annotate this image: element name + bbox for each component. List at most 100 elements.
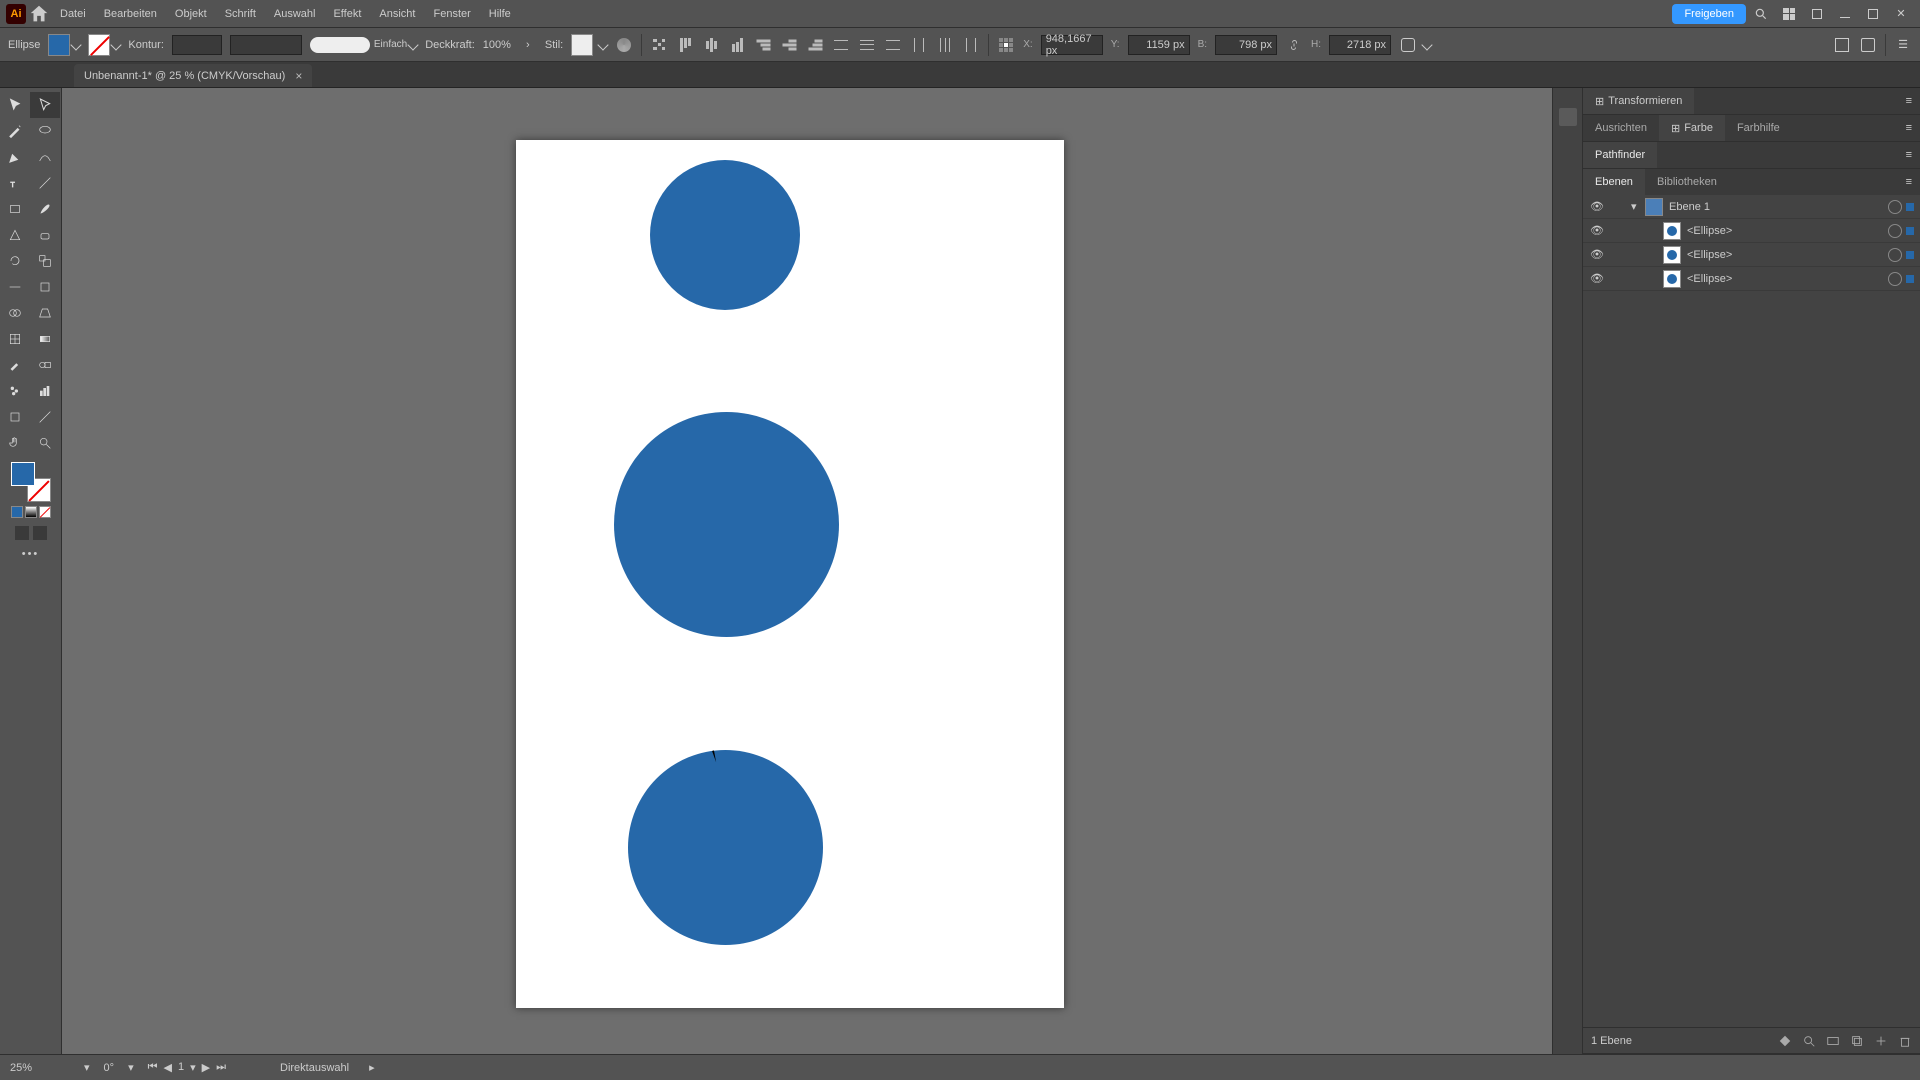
eraser-tool-icon[interactable] [30,222,60,248]
menu-fenster[interactable]: Fenster [425,4,478,24]
menu-datei[interactable]: Datei [52,4,94,24]
nav-next-icon[interactable]: ▶ [202,1061,210,1074]
rectangle-tool-icon[interactable] [0,196,30,222]
nav-first-icon[interactable]: ⏮ [148,1061,158,1074]
dist-right-icon[interactable] [962,36,980,54]
graph-tool-icon[interactable] [30,378,60,404]
fill-stroke-control[interactable] [11,462,51,502]
align-bottom-icon[interactable] [806,36,824,54]
draw-normal-icon[interactable] [15,526,29,540]
nav-last-icon[interactable]: ⏭ [216,1061,226,1074]
tab-farbe[interactable]: ⊞Farbe [1659,115,1725,141]
align-left-icon[interactable] [676,36,694,54]
draw-behind-icon[interactable] [33,526,47,540]
magic-wand-tool-icon[interactable] [0,118,30,144]
visibility-icon[interactable]: 👁 [1583,248,1611,261]
rotate-tool-icon[interactable] [0,248,30,274]
perspective-tool-icon[interactable] [30,300,60,326]
visibility-icon[interactable]: 👁 [1583,200,1611,213]
fill-caret-icon[interactable] [71,39,82,50]
panel-menu-icon[interactable]: ≡ [1898,176,1920,188]
shape-props-icon[interactable] [1399,36,1417,54]
align-right-icon[interactable] [728,36,746,54]
zoom-tool-icon[interactable] [30,430,60,456]
free-transform-tool-icon[interactable] [30,274,60,300]
opacity-value[interactable]: 100% [483,39,511,51]
type-tool-icon[interactable]: T [0,170,30,196]
hamburger-icon[interactable]: ☰ [1894,36,1912,54]
mask-icon[interactable] [1826,1034,1840,1048]
pen-tool-icon[interactable] [0,144,30,170]
menu-hilfe[interactable]: Hilfe [481,4,519,24]
search-layer-icon[interactable] [1802,1034,1816,1048]
artboard-tool-icon[interactable] [0,404,30,430]
fill-swatch[interactable] [48,34,70,56]
tab-ebenen[interactable]: Ebenen [1583,169,1645,195]
zoom-value[interactable]: 25% [10,1062,70,1074]
menu-objekt[interactable]: Objekt [167,4,215,24]
brush-caret-icon[interactable] [408,39,419,50]
layer-name[interactable]: <Ellipse> [1687,273,1884,285]
b-input[interactable]: 798 px [1215,35,1277,55]
minimize-icon[interactable] [1836,5,1854,23]
layer-name[interactable]: <Ellipse> [1687,249,1884,261]
shape-builder-tool-icon[interactable] [0,300,30,326]
selection-tool-icon[interactable] [0,92,30,118]
align-vcenter-icon[interactable] [780,36,798,54]
target-icon[interactable] [1888,272,1902,286]
visibility-icon[interactable]: 👁 [1583,224,1611,237]
visibility-icon[interactable]: 👁 [1583,272,1611,285]
layer-row[interactable]: 👁 ▾ Ebene 1 [1583,195,1920,219]
tab-close-icon[interactable]: × [295,69,302,83]
new-sublayer-icon[interactable] [1850,1034,1864,1048]
tab-transformieren[interactable]: ⊞Transformieren [1583,88,1694,114]
layer-row[interactable]: 👁 <Ellipse> [1583,243,1920,267]
panel-menu-icon[interactable]: ≡ [1898,149,1920,161]
tab-ausrichten[interactable]: Ausrichten [1583,115,1659,141]
hand-tool-icon[interactable] [0,430,30,456]
locate-layer-icon[interactable] [1778,1034,1792,1048]
gradient-tool-icon[interactable] [30,326,60,352]
share-button[interactable]: Freigeben [1672,4,1746,24]
chevron-right-icon[interactable]: › [519,36,537,54]
color-mode-gradient-icon[interactable] [25,506,37,518]
ellipse-shape[interactable] [628,750,823,945]
maximize-icon[interactable] [1864,5,1882,23]
rotation-value[interactable]: 0° [104,1062,115,1074]
recolor-icon[interactable] [615,36,633,54]
layer-row[interactable]: 👁 <Ellipse> [1583,219,1920,243]
style-swatch[interactable] [571,34,593,56]
dist-bottom-icon[interactable] [884,36,902,54]
align-hcenter-icon[interactable] [702,36,720,54]
tab-farbhilfe[interactable]: Farbhilfe [1725,115,1792,141]
menu-effekt[interactable]: Effekt [325,4,369,24]
varwidth-input[interactable] [230,35,302,55]
search-icon[interactable] [1752,5,1770,23]
y-input[interactable]: 1159 px [1128,35,1190,55]
mesh-tool-icon[interactable] [0,326,30,352]
document-tab[interactable]: Unbenannt-1* @ 25 % (CMYK/Vorschau) × [74,64,312,87]
color-mode-none-icon[interactable] [39,506,51,518]
layer-name[interactable]: <Ellipse> [1687,225,1884,237]
dist-hcenter-icon[interactable] [936,36,954,54]
edit-toolbar-icon[interactable]: ••• [0,548,61,560]
style-caret-icon[interactable] [598,39,609,50]
workspace-icon[interactable] [1808,5,1826,23]
delete-layer-icon[interactable] [1898,1034,1912,1048]
home-icon[interactable] [28,4,50,24]
curvature-tool-icon[interactable] [30,144,60,170]
menu-ansicht[interactable]: Ansicht [371,4,423,24]
link-wh-icon[interactable] [1285,36,1303,54]
artboard[interactable] [516,140,1064,1008]
ellipse-shape[interactable] [614,412,839,637]
align-top-icon[interactable] [754,36,772,54]
target-icon[interactable] [1888,248,1902,262]
menu-bearbeiten[interactable]: Bearbeiten [96,4,165,24]
blend-tool-icon[interactable] [30,352,60,378]
paintbrush-tool-icon[interactable] [30,196,60,222]
x-input[interactable]: 948,1667 px [1041,35,1103,55]
canvas[interactable] [62,88,1552,1054]
ellipse-shape[interactable] [650,160,800,310]
menu-auswahl[interactable]: Auswahl [266,4,324,24]
isolate-icon[interactable] [1833,36,1851,54]
